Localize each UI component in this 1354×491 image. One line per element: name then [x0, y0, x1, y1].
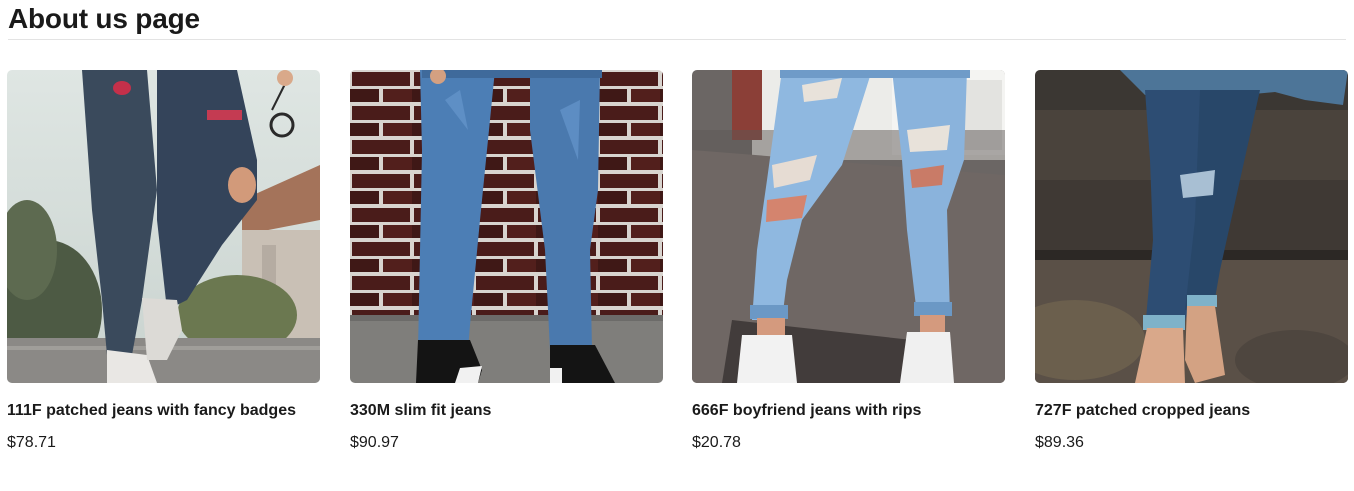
product-card[interactable]: 727F patched cropped jeans $89.36 — [1035, 70, 1348, 451]
product-title[interactable]: 727F patched cropped jeans — [1035, 401, 1250, 421]
title-divider — [8, 39, 1346, 40]
product-price: $78.71 — [7, 434, 56, 451]
product-title[interactable]: 111F patched jeans with fancy badges — [7, 401, 296, 421]
product-card[interactable]: 111F patched jeans with fancy badges $78… — [7, 70, 320, 451]
product-grid: 111F patched jeans with fancy badges $78… — [7, 70, 1348, 470]
product-price: $90.97 — [350, 434, 399, 451]
product-price: $89.36 — [1035, 434, 1084, 451]
product-card[interactable]: 666F boyfriend jeans with rips $20.78 — [692, 70, 1005, 451]
product-image[interactable] — [692, 70, 1005, 383]
product-card[interactable]: 330M slim fit jeans $90.97 — [350, 70, 663, 451]
product-image[interactable] — [7, 70, 320, 383]
product-title[interactable]: 666F boyfriend jeans with rips — [692, 401, 921, 421]
product-title[interactable]: 330M slim fit jeans — [350, 401, 491, 421]
product-price: $20.78 — [692, 434, 741, 451]
product-image[interactable] — [350, 70, 663, 383]
page: About us page 111F patched jeans with fa… — [0, 0, 1354, 491]
product-image[interactable] — [1035, 70, 1348, 383]
page-title: About us page — [8, 3, 200, 34]
